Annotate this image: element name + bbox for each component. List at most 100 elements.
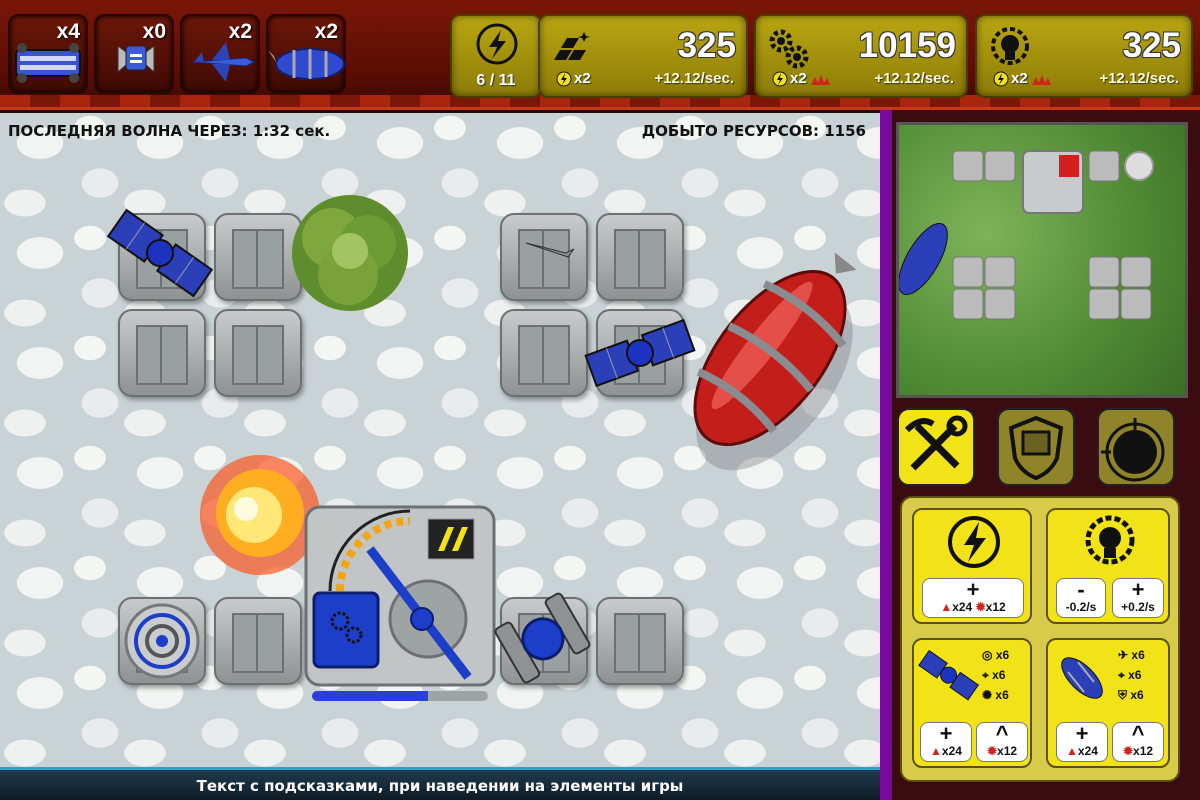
gold-card[interactable]: 325 x2 +12.12/sec.	[538, 14, 748, 98]
plus-icon: +	[939, 721, 953, 746]
build-tile[interactable]	[596, 597, 684, 685]
ideas-card[interactable]: 325 x2 +12.12/sec.	[975, 14, 1193, 98]
plus-icon: +	[966, 577, 980, 602]
lightning-small-icon	[772, 71, 788, 86]
energy-cost-gears: x12	[985, 600, 1006, 614]
gold-bars-icon	[554, 32, 590, 60]
airship-buy-cost: x24	[1077, 744, 1098, 758]
satellite-upgrade-button[interactable]: ^ ✹x12	[976, 722, 1028, 762]
gears-icon	[769, 29, 809, 69]
tab-build[interactable]	[897, 408, 975, 486]
build-tile[interactable]	[214, 597, 302, 685]
enemy-airship[interactable]	[660, 243, 880, 483]
stat-value: x6	[995, 688, 1009, 702]
idea-increase-label: +0.2/s	[1121, 600, 1155, 614]
game-screen: x4 x0 x2 x2 6 / 11 325 x2 +12.12/sec. 10…	[0, 0, 1200, 800]
unit-slot-drone[interactable]: x0	[94, 14, 174, 94]
build-tile[interactable]	[500, 309, 588, 397]
plus-icon: +	[1131, 577, 1145, 602]
gold-value: 325	[677, 26, 736, 65]
crystal-pile-icon	[1031, 74, 1051, 85]
satellite-icon	[918, 649, 980, 701]
idea-rate-card: - -0.2/s + +0.2/s	[1046, 508, 1170, 624]
energy-value: 6 / 11	[476, 72, 516, 89]
crosshair-icon: ⌖	[1118, 668, 1125, 682]
explosion-icon: ✺	[982, 688, 993, 702]
idea-decrease-label: -0.2/s	[1065, 600, 1097, 614]
hint-text: Текст с подсказками, при наведении на эл…	[196, 777, 684, 795]
satellite-buy-button[interactable]: + ▲x24	[920, 722, 972, 762]
crosshair-icon: ⌖	[982, 668, 989, 682]
battlefield[interactable]: ПОСЛЕДНЯЯ ВОЛНА ЧЕРЕЗ: 1:32 сек. ДОБЫТО …	[0, 113, 880, 767]
unit-slot-fighter[interactable]: x2	[180, 14, 260, 94]
satellite-unit-card: ◎ x6 ⌖ x6 ✺ x6 + ▲x24 ^ ✹x12	[912, 638, 1032, 768]
gear-red-icon: ✹	[975, 600, 986, 614]
airship-upgrade-cost: x12	[1133, 744, 1154, 758]
minimap-content	[899, 150, 1154, 320]
gears-rate: +12.12/sec.	[874, 70, 954, 87]
lightning-small-icon	[556, 71, 572, 86]
gold-mult-label: x2	[574, 70, 591, 87]
satellite-stat-range: ◎ x6	[982, 648, 1009, 662]
top-bar: x4 x0 x2 x2 6 / 11 325 x2 +12.12/sec. 10…	[0, 0, 1200, 110]
lightbulb-gear-icon	[991, 27, 1029, 65]
gear-red-icon: ✹	[1122, 744, 1134, 758]
unit-count: x4	[56, 20, 80, 43]
tab-attack[interactable]	[1097, 408, 1175, 486]
upgrade-arrow-icon: ^	[995, 721, 1009, 746]
energy-cost-crystals: x24	[952, 600, 973, 614]
energy-card[interactable]: 6 / 11	[450, 14, 542, 98]
ideas-value: 325	[1122, 26, 1181, 65]
lightbulb-gear-icon	[1085, 515, 1135, 565]
crystal-small-icon: ▲	[930, 744, 942, 758]
shield-small-icon: ⛨	[1118, 688, 1128, 702]
gears-card[interactable]: 10159 x2 +12.12/sec.	[754, 14, 968, 98]
airship-stat-armor: ⛨ x6	[1118, 688, 1144, 703]
build-tile[interactable]	[118, 309, 206, 397]
stat-value: x6	[992, 668, 1006, 682]
minus-icon: -	[1077, 577, 1085, 602]
crystal-small-icon: ▲	[940, 600, 953, 614]
tab-defense[interactable]	[997, 408, 1075, 486]
plane-icon: ✈	[1118, 648, 1129, 662]
unit-count: x2	[314, 20, 338, 43]
energy-buy-button[interactable]: + ▲x24 ✹x12	[922, 578, 1024, 618]
minimap[interactable]	[896, 122, 1188, 398]
idea-increase-button[interactable]: + +0.2/s	[1112, 578, 1164, 618]
lightning-icon	[476, 23, 518, 65]
main-base[interactable]	[300, 501, 500, 697]
ideas-rate: +12.12/sec.	[1099, 70, 1179, 87]
radar-tower[interactable]	[120, 599, 204, 683]
airship-upgrade-button[interactable]: ^ ✹x12	[1112, 722, 1164, 762]
gears-multiplier: x2	[772, 70, 831, 87]
idea-decrease-button[interactable]: - -0.2/s	[1056, 578, 1106, 618]
unit-count: x0	[142, 20, 166, 43]
ideas-mult-label: x2	[1011, 70, 1028, 87]
action-panel: + ▲x24 ✹x12 - -0.2/s + +0.2/s ◎ x6 ⌖ x6 …	[900, 496, 1180, 782]
gold-rate: +12.12/sec.	[654, 70, 734, 87]
satellite-buy-cost: x24	[941, 744, 962, 758]
cannon-turret[interactable]	[492, 585, 602, 695]
gears-mult-label: x2	[790, 70, 807, 87]
upgrade-arrow-icon: ^	[1131, 721, 1145, 746]
unit-slot-airship[interactable]: x2	[266, 14, 346, 94]
airship-stat-air: ✈ x6	[1118, 648, 1145, 662]
stat-value: x6	[995, 648, 1010, 662]
pickaxe-wrench-icon	[904, 415, 968, 471]
gold-multiplier: x2	[556, 70, 591, 87]
hint-bar: Текст с подсказками, при наведении на эл…	[0, 767, 880, 800]
airship-buy-button[interactable]: + ▲x24	[1056, 722, 1108, 762]
stat-value: x6	[1128, 668, 1142, 682]
radar-icon: ◎	[982, 648, 993, 662]
satellite-tower[interactable]	[100, 193, 220, 313]
stat-value: x6	[1130, 688, 1144, 702]
airship-icon	[1061, 657, 1103, 699]
lightning-icon	[948, 516, 1000, 568]
missile-unit[interactable]	[520, 229, 580, 269]
base-progress-fill	[312, 691, 429, 701]
gears-value: 10159	[858, 26, 956, 65]
satellite-stat-aim: ⌖ x6	[982, 668, 1005, 683]
ideas-multiplier: x2	[993, 70, 1052, 87]
unit-slot-tank[interactable]: x4	[8, 14, 88, 94]
plus-icon: +	[1075, 721, 1089, 746]
